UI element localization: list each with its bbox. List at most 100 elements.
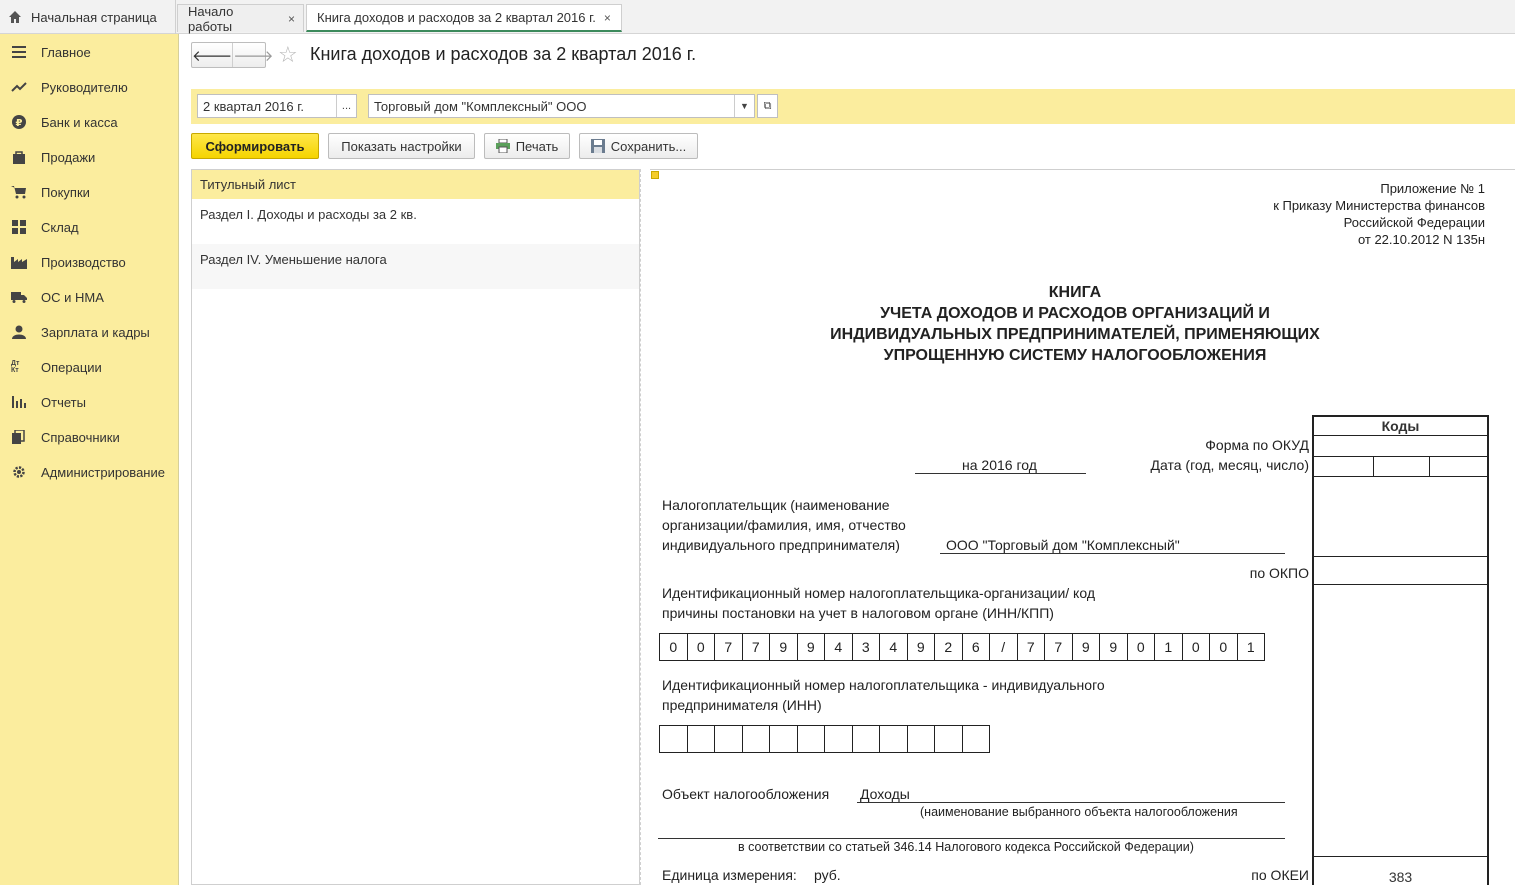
- taxpayer-underline: [940, 553, 1285, 554]
- favorite-star-icon[interactable]: ☆: [278, 42, 298, 68]
- okpo-label: по ОКПО: [1249, 565, 1309, 581]
- svg-text:₽: ₽: [16, 118, 23, 129]
- okei-code: 383: [1388, 869, 1413, 885]
- sidebar-item-directories[interactable]: Справочники: [0, 422, 179, 452]
- home-icon: [9, 11, 21, 23]
- sidebar-item-reports[interactable]: Отчеты: [0, 387, 179, 417]
- period-field[interactable]: 2 квартал 2016 г. ...: [197, 94, 357, 118]
- forward-button[interactable]: 🡒: [232, 43, 273, 67]
- inn-cell: [1314, 585, 1487, 857]
- okei-label: по ОКЕИ: [1251, 867, 1309, 883]
- truck-icon: [11, 289, 27, 305]
- digit-cell: [686, 725, 715, 753]
- save-button[interactable]: Сохранить...: [579, 133, 698, 159]
- digit-cell: 1: [1154, 633, 1183, 661]
- list-item[interactable]: Раздел I. Доходы и расходы за 2 кв.: [192, 199, 639, 244]
- sidebar-item-production[interactable]: Производство: [0, 247, 179, 277]
- sidebar-item-label: Руководителю: [41, 79, 128, 95]
- digit-cell: 9: [796, 633, 825, 661]
- dt-kt-icon: Дт Кт: [11, 360, 20, 374]
- open-organization-icon[interactable]: ⧉: [757, 94, 778, 118]
- date-divider: [1373, 457, 1374, 477]
- title-line: УЧЕТА ДОХОДОВ И РАСХОДОВ ОРГАНИЗАЦИЙ И: [880, 305, 1270, 322]
- close-icon[interactable]: ×: [604, 11, 611, 25]
- person-icon: [11, 324, 27, 340]
- inn-kpp-label: Идентификационный номер налогоплательщик…: [662, 585, 1095, 601]
- sidebar-item-label: Отчеты: [41, 394, 86, 410]
- sidebar-item-label: Производство: [41, 254, 126, 270]
- tab-income-book[interactable]: Книга доходов и расходов за 2 квартал 20…: [306, 4, 622, 32]
- digit-cell: 0: [659, 633, 688, 661]
- appendix-line: к Приказу Министерства финансов: [1273, 198, 1485, 213]
- inn-kpp-label: причины постановки на учет в налоговом о…: [662, 605, 1054, 621]
- appendix-line: Российской Федерации: [1343, 215, 1485, 230]
- list-item[interactable]: Титульный лист: [192, 170, 639, 199]
- sidebar-item-main[interactable]: Главное: [0, 37, 179, 67]
- digit-cell: 7: [1044, 633, 1073, 661]
- sidebar-item-label: Покупки: [41, 184, 90, 200]
- trend-icon: [11, 79, 27, 95]
- sidebar-item-bank[interactable]: ₽ Банк и касса: [0, 107, 179, 137]
- digit-cell: 6: [961, 633, 990, 661]
- sidebar-item-sales[interactable]: Продажи: [0, 142, 179, 172]
- digit-cell: 7: [714, 633, 743, 661]
- digit-cell: 9: [1071, 633, 1100, 661]
- home-tab[interactable]: Начальная страница: [0, 0, 176, 34]
- date-cell: [1314, 457, 1487, 477]
- appendix-note: Приложение № 1 к Приказу Министерства фи…: [1273, 180, 1485, 248]
- organization-field[interactable]: Торговый дом "Комплексный" ООО ▼: [368, 94, 755, 118]
- object-value: Доходы: [860, 786, 910, 802]
- sidebar-item-label: Главное: [41, 44, 91, 60]
- taxpayer-value: ООО "Торговый дом "Комплексный": [946, 537, 1180, 553]
- print-button[interactable]: Печать: [484, 133, 570, 159]
- sidebar-item-warehouse[interactable]: Склад: [0, 212, 179, 242]
- period-select-button[interactable]: ...: [336, 95, 356, 117]
- year-text: на 2016 год: [962, 457, 1037, 473]
- sidebar-item-admin[interactable]: Администрирование: [0, 457, 179, 487]
- digit-cell: 7: [741, 633, 770, 661]
- taxpayer-label: Налогоплательщик (наименование: [662, 497, 890, 513]
- gear-icon: [11, 464, 27, 480]
- page-title: Книга доходов и расходов за 2 квартал 20…: [310, 44, 697, 64]
- sidebar-item-label: Операции: [41, 359, 102, 375]
- cart-icon: [11, 184, 27, 200]
- sidebar-item-label: ОС и НМА: [41, 289, 104, 305]
- digit-cell: [906, 725, 935, 753]
- sidebar-item-fixed-assets[interactable]: ОС и НМА: [0, 282, 179, 312]
- digit-cell: 9: [906, 633, 935, 661]
- digit-cell: [741, 725, 770, 753]
- date-label: Дата (год, месяц, число): [1150, 457, 1309, 473]
- dropdown-arrow-icon[interactable]: ▼: [734, 95, 754, 117]
- digit-cell: 1: [1236, 633, 1265, 661]
- object-hint: (наименование выбранного объекта налогоо…: [920, 805, 1238, 819]
- sidebar-item-purchases[interactable]: Покупки: [0, 177, 179, 207]
- taxpayer-label: индивидуального предпринимателя): [662, 537, 900, 553]
- separator-cell: /: [989, 633, 1018, 661]
- save-label: Сохранить...: [610, 138, 687, 154]
- sidebar-item-operations[interactable]: Дт Кт Операции: [0, 352, 179, 382]
- digit-cell: [796, 725, 825, 753]
- report-document: Приложение № 1 к Приказу Министерства фи…: [650, 169, 1515, 885]
- filter-bar: 2 квартал 2016 г. ... Торговый дом "Комп…: [191, 89, 1515, 124]
- organization-value: Торговый дом "Комплексный" ООО: [374, 98, 587, 114]
- digit-cell: 9: [769, 633, 798, 661]
- list-item[interactable]: Раздел IV. Уменьшение налога: [192, 244, 639, 289]
- sections-list: Титульный лист Раздел I. Доходы и расход…: [191, 169, 640, 885]
- ruble-icon: ₽: [11, 114, 27, 130]
- digit-cell: 9: [1099, 633, 1128, 661]
- sidebar-item-salary[interactable]: Зарплата и кадры: [0, 317, 179, 347]
- digit-cell: [659, 725, 688, 753]
- year-underline: [915, 473, 1086, 474]
- digit-cell: [961, 725, 990, 753]
- tab-start[interactable]: Начало работы ×: [177, 4, 304, 34]
- generate-button[interactable]: Сформировать: [191, 133, 319, 159]
- panel-splitter[interactable]: [640, 169, 650, 885]
- show-settings-button[interactable]: Показать настройки: [328, 133, 475, 159]
- digit-cell: [851, 725, 880, 753]
- close-icon[interactable]: ×: [288, 12, 295, 26]
- back-button[interactable]: 🡐: [192, 43, 232, 67]
- sidebar-item-manager[interactable]: Руководителю: [0, 72, 179, 102]
- digit-cell: 0: [1181, 633, 1210, 661]
- sidebar-item-label: Администрирование: [41, 464, 165, 480]
- books-icon: [11, 429, 27, 445]
